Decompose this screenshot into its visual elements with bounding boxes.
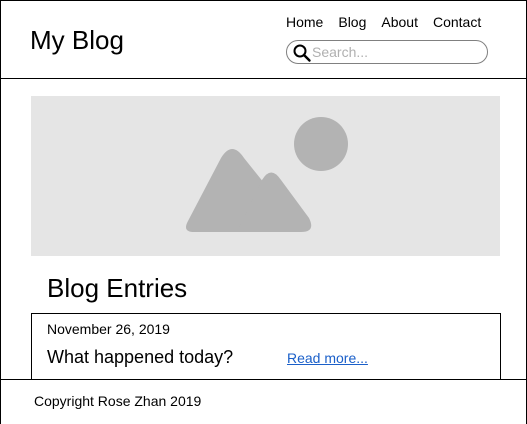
image-placeholder-icon <box>186 117 348 232</box>
site-footer: Copyright Rose Zhan 2019 <box>1 379 526 424</box>
site-title: My Blog <box>30 25 124 55</box>
search-input[interactable] <box>312 43 482 61</box>
entry-date: November 26, 2019 <box>47 321 170 337</box>
entry-title: What happened today? <box>47 347 234 367</box>
copyright-text: Copyright Rose Zhan 2019 <box>34 393 202 409</box>
browser-viewport: My Blog Home Blog About Contact Blog Ent… <box>0 0 527 424</box>
sun-shape <box>294 117 348 171</box>
blog-entry-card: November 26, 2019 What happened today? R… <box>31 313 501 383</box>
site-header: My Blog Home Blog About Contact <box>1 1 526 79</box>
hero-image-placeholder <box>31 96 500 256</box>
read-more-link[interactable]: Read more... <box>287 349 368 367</box>
search-icon <box>293 44 311 62</box>
nav-link-contact[interactable]: Contact <box>433 13 481 31</box>
main-nav: Home Blog About Contact <box>286 13 481 31</box>
section-title: Blog Entries <box>47 273 188 303</box>
search-box[interactable] <box>286 40 488 64</box>
nav-link-about[interactable]: About <box>381 13 418 31</box>
nav-link-blog[interactable]: Blog <box>338 13 366 31</box>
nav-link-home[interactable]: Home <box>286 13 323 31</box>
